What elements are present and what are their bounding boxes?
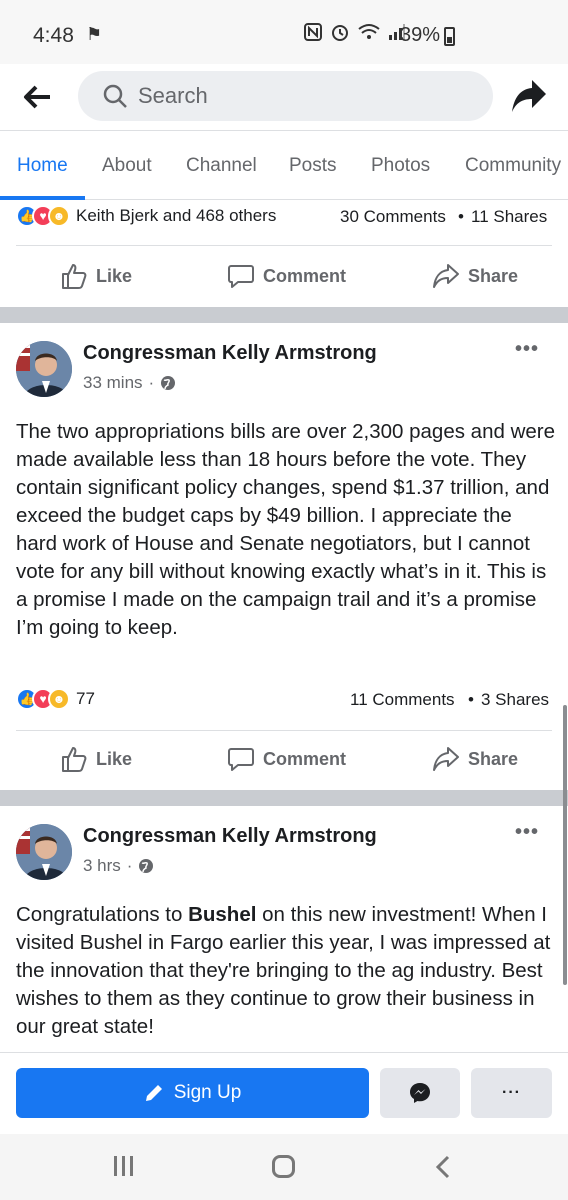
profile-photo <box>16 824 72 880</box>
divider <box>16 245 552 246</box>
thumbs-up-icon <box>62 747 87 772</box>
bottom-action-bar: Sign Up ··· <box>0 1052 568 1134</box>
tab-posts[interactable]: Posts <box>289 155 337 177</box>
more-options-button[interactable]: ••• <box>515 821 539 844</box>
recent-apps-button[interactable] <box>114 1156 133 1176</box>
share-page-button[interactable] <box>510 78 548 114</box>
globe-icon <box>161 376 176 390</box>
globe-icon <box>139 859 154 873</box>
share-icon <box>433 747 459 771</box>
chevron-left-icon <box>435 1155 450 1179</box>
share-button[interactable]: Share <box>432 745 518 773</box>
page-tabs: Home About Channel Posts Photos Communit… <box>0 130 568 200</box>
post-text-intro: Congratulations to <box>16 903 189 926</box>
haha-reaction-icon: ☻ <box>48 205 70 227</box>
messenger-button[interactable] <box>380 1068 460 1118</box>
shares-count[interactable]: 3 Shares <box>481 690 549 710</box>
more-options-button[interactable]: ••• <box>515 338 539 361</box>
post-timestamp[interactable]: 3 hrs · <box>83 856 154 876</box>
like-label: Like <box>96 265 133 286</box>
more-actions-button[interactable]: ··· <box>471 1068 552 1118</box>
share-arrow-icon <box>512 80 546 112</box>
divider <box>16 730 552 731</box>
page-header: Search <box>0 64 568 130</box>
post-author[interactable]: Congressman Kelly Armstrong <box>83 825 377 848</box>
search-placeholder: Search <box>138 83 208 108</box>
system-back-button[interactable] <box>432 1154 456 1180</box>
haha-reaction-icon: ☻ <box>48 688 70 710</box>
post-time: 33 mins <box>83 373 143 392</box>
tab-photos[interactable]: Photos <box>371 155 430 177</box>
active-tab-indicator <box>0 196 85 200</box>
post-timestamp[interactable]: 33 mins · <box>83 373 176 393</box>
battery-icon <box>444 27 455 46</box>
scrollbar[interactable] <box>563 705 567 985</box>
reaction-summary[interactable]: 👍 ♥ ☻ 77 <box>16 688 95 710</box>
messenger-icon <box>410 1083 430 1103</box>
like-label: Like <box>96 748 133 769</box>
thumbs-up-icon <box>62 264 87 289</box>
comment-label: Comment <box>263 748 347 769</box>
battery-percent: 39% <box>400 24 441 46</box>
share-icon <box>433 264 459 288</box>
post-time: 3 hrs <box>83 856 121 875</box>
dot-separator: • <box>458 207 464 226</box>
search-icon <box>103 84 127 108</box>
sign-up-button[interactable]: Sign Up <box>16 1068 369 1118</box>
share-button[interactable]: Share <box>432 262 518 290</box>
tab-community[interactable]: Community <box>465 155 561 177</box>
system-nav-bar <box>0 1134 568 1200</box>
comment-label: Comment <box>263 265 347 286</box>
post-separator <box>0 790 568 806</box>
comment-button[interactable]: Comment <box>227 745 346 773</box>
tab-about[interactable]: About <box>102 155 152 177</box>
status-bar: 4:48 ⚑ 39% <box>0 0 568 64</box>
pencil-icon <box>145 1085 162 1101</box>
tab-home[interactable]: Home <box>17 155 68 177</box>
share-label: Share <box>468 748 519 769</box>
reactions-count: 77 <box>76 689 95 708</box>
comment-button[interactable]: Comment <box>227 262 346 290</box>
sign-up-label: Sign Up <box>173 1082 242 1103</box>
nfc-icon <box>304 23 322 41</box>
post-body: Congratulations to Bushel on this new in… <box>16 901 556 1041</box>
share-label: Share <box>468 265 519 286</box>
tab-channel[interactable]: Channel <box>186 155 257 177</box>
wifi-icon <box>358 24 380 39</box>
dot-separator: · <box>148 373 155 392</box>
post-separator <box>0 307 568 323</box>
reaction-summary[interactable]: 👍 ♥ ☻ Keith Bjerk and 468 others <box>16 205 276 227</box>
dot-separator: • <box>468 690 474 709</box>
reactions-text: Keith Bjerk and 468 others <box>76 206 277 225</box>
post-author[interactable]: Congressman Kelly Armstrong <box>83 342 377 365</box>
avatar[interactable] <box>16 824 72 880</box>
activity-icon: ⚑ <box>86 24 103 44</box>
profile-photo <box>16 341 72 397</box>
back-arrow-icon <box>24 85 50 109</box>
alarm-icon <box>332 25 348 41</box>
comment-icon <box>228 265 254 288</box>
mention-link[interactable]: Bushel <box>188 903 256 926</box>
like-button[interactable]: Like <box>60 262 132 290</box>
avatar[interactable] <box>16 341 72 397</box>
comment-icon <box>228 748 254 771</box>
shares-count[interactable]: 11 Shares <box>471 207 547 227</box>
dot-separator: · <box>126 856 133 875</box>
back-button[interactable] <box>22 82 54 112</box>
status-time: 4:48 <box>33 24 74 47</box>
like-button[interactable]: Like <box>60 745 132 773</box>
status-icons <box>304 22 406 42</box>
comments-count[interactable]: 11 Comments <box>350 690 455 710</box>
comments-count[interactable]: 30 Comments <box>340 207 446 227</box>
search-input[interactable]: Search <box>78 71 493 121</box>
home-button[interactable] <box>272 1155 295 1178</box>
post-body: The two appropriations bills are over 2,… <box>16 420 556 639</box>
